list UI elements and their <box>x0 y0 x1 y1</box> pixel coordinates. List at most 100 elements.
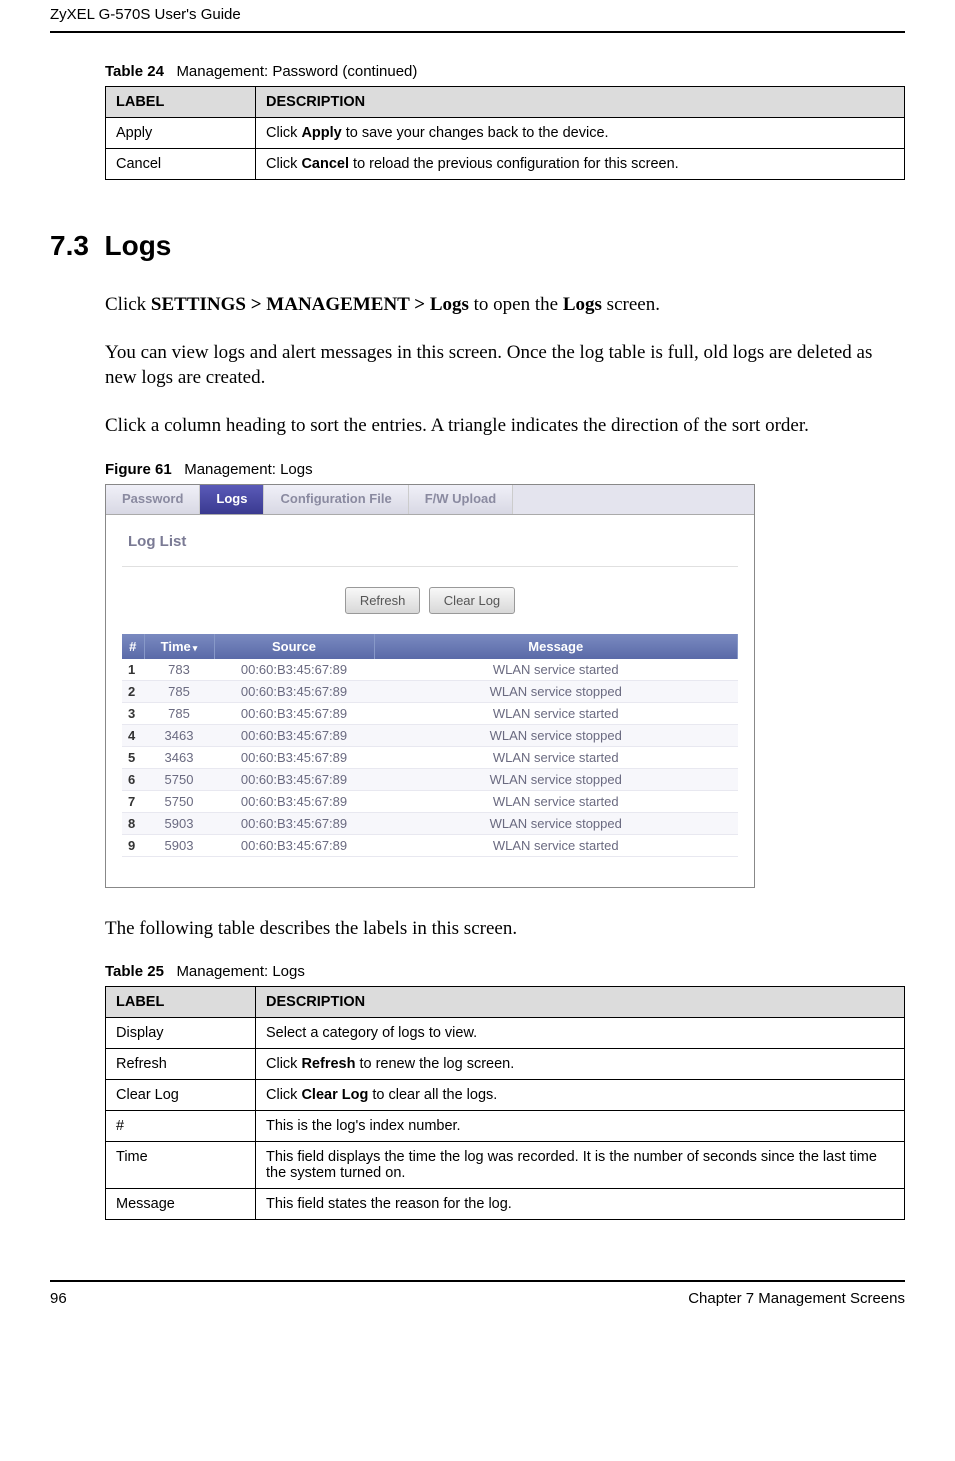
refresh-button[interactable]: Refresh <box>345 587 421 614</box>
section-heading: 7.3 Logs <box>50 230 905 262</box>
log-cell: 785 <box>144 680 214 702</box>
log-cell: 00:60:B3:45:67:89 <box>214 746 374 768</box>
log-cell: WLAN service started <box>374 702 738 724</box>
tab-password[interactable]: Password <box>106 485 200 514</box>
button-row: Refresh Clear Log <box>122 587 738 614</box>
log-row: 4346300:60:B3:45:67:89WLAN service stopp… <box>122 724 738 746</box>
table-row: #This is the log's index number. <box>106 1111 905 1142</box>
log-cell: 4 <box>122 724 144 746</box>
section-title: Logs <box>105 230 172 261</box>
log-cell: WLAN service stopped <box>374 812 738 834</box>
table-row: MessageThis field states the reason for … <box>106 1189 905 1220</box>
log-cell: 00:60:B3:45:67:89 <box>214 812 374 834</box>
label-cell: Time <box>106 1142 256 1189</box>
log-cell: 8 <box>122 812 144 834</box>
table-row: DisplaySelect a category of logs to view… <box>106 1018 905 1049</box>
table25-caption: Table 25 Management: Logs <box>105 963 905 980</box>
logs-screenshot: Password Logs Configuration File F/W Upl… <box>105 484 755 888</box>
table25-col-label: LABEL <box>106 987 256 1018</box>
log-cell: 5750 <box>144 790 214 812</box>
table-row: CancelClick Cancel to reload the previou… <box>106 149 905 180</box>
log-cell: WLAN service started <box>374 746 738 768</box>
table25-caption-text: Management: Logs <box>176 963 304 980</box>
table24-caption-text: Management: Password (continued) <box>176 63 417 80</box>
tab-logs[interactable]: Logs <box>200 485 264 514</box>
log-row: 8590300:60:B3:45:67:89WLAN service stopp… <box>122 812 738 834</box>
log-row: 6575000:60:B3:45:67:89WLAN service stopp… <box>122 768 738 790</box>
col-time[interactable]: Time▾ <box>144 634 214 659</box>
section-number: 7.3 <box>50 230 89 261</box>
table24-col-desc: DESCRIPTION <box>256 87 905 118</box>
log-cell: 5750 <box>144 768 214 790</box>
log-row: 378500:60:B3:45:67:89WLAN service starte… <box>122 702 738 724</box>
col-message[interactable]: Message <box>374 634 738 659</box>
p1-mid: to open the <box>469 294 563 315</box>
log-cell: 5903 <box>144 834 214 856</box>
table24-caption: Table 24 Management: Password (continued… <box>105 63 905 80</box>
p1-bold: SETTINGS > MANAGEMENT > Logs <box>151 294 469 315</box>
figure61-caption: Figure 61 Management: Logs <box>105 461 905 478</box>
table25-caption-label: Table 25 <box>105 963 164 980</box>
log-cell: WLAN service stopped <box>374 680 738 702</box>
section-p3: Click a column heading to sort the entri… <box>105 413 905 439</box>
page-footer: 96 Chapter 7 Management Screens <box>50 1280 905 1307</box>
col-source[interactable]: Source <box>214 634 374 659</box>
log-cell: WLAN service stopped <box>374 768 738 790</box>
label-cell: Clear Log <box>106 1080 256 1111</box>
label-cell: Display <box>106 1018 256 1049</box>
table-row: Clear LogClick Clear Log to clear all th… <box>106 1080 905 1111</box>
col-num[interactable]: # <box>122 634 144 659</box>
log-cell: 7 <box>122 790 144 812</box>
log-cell: 00:60:B3:45:67:89 <box>214 702 374 724</box>
log-cell: 2 <box>122 680 144 702</box>
log-cell: 5903 <box>144 812 214 834</box>
table25-col-desc: DESCRIPTION <box>256 987 905 1018</box>
log-cell: 00:60:B3:45:67:89 <box>214 768 374 790</box>
section-p1: Click SETTINGS > MANAGEMENT > Logs to op… <box>105 292 905 318</box>
log-row: 7575000:60:B3:45:67:89WLAN service start… <box>122 790 738 812</box>
log-row: 5346300:60:B3:45:67:89WLAN service start… <box>122 746 738 768</box>
label-cell: # <box>106 1111 256 1142</box>
desc-cell: This is the log's index number. <box>256 1111 905 1142</box>
log-row: 9590300:60:B3:45:67:89WLAN service start… <box>122 834 738 856</box>
p1-post: screen. <box>602 294 660 315</box>
table-row: ApplyClick Apply to save your changes ba… <box>106 118 905 149</box>
label-cell: Apply <box>106 118 256 149</box>
label-cell: Cancel <box>106 149 256 180</box>
post-figure-text: The following table describes the labels… <box>105 916 905 942</box>
log-cell: 00:60:B3:45:67:89 <box>214 659 374 681</box>
clear-log-button[interactable]: Clear Log <box>429 587 515 614</box>
desc-cell: Click Refresh to renew the log screen. <box>256 1049 905 1080</box>
section-p2: You can view logs and alert messages in … <box>105 340 905 391</box>
col-time-label: Time <box>161 639 191 654</box>
log-table: # Time▾ Source Message 178300:60:B3:45:6… <box>122 634 738 857</box>
tab-fw-upload[interactable]: F/W Upload <box>409 485 514 514</box>
desc-cell: This field displays the time the log was… <box>256 1142 905 1189</box>
log-cell: 3463 <box>144 724 214 746</box>
log-cell: 3 <box>122 702 144 724</box>
desc-cell: Click Clear Log to clear all the logs. <box>256 1080 905 1111</box>
tab-configuration-file[interactable]: Configuration File <box>264 485 408 514</box>
log-cell: 3463 <box>144 746 214 768</box>
label-cell: Refresh <box>106 1049 256 1080</box>
log-cell: WLAN service stopped <box>374 724 738 746</box>
desc-cell: Click Apply to save your changes back to… <box>256 118 905 149</box>
log-cell: 00:60:B3:45:67:89 <box>214 790 374 812</box>
desc-cell: Select a category of logs to view. <box>256 1018 905 1049</box>
table-row: RefreshClick Refresh to renew the log sc… <box>106 1049 905 1080</box>
panel-title: Log List <box>122 525 738 567</box>
log-cell: 783 <box>144 659 214 681</box>
log-cell: WLAN service started <box>374 659 738 681</box>
desc-cell: This field states the reason for the log… <box>256 1189 905 1220</box>
label-cell: Message <box>106 1189 256 1220</box>
log-cell: 785 <box>144 702 214 724</box>
tab-bar: Password Logs Configuration File F/W Upl… <box>106 485 754 515</box>
log-cell: 00:60:B3:45:67:89 <box>214 834 374 856</box>
page-header: ZyXEL G-570S User's Guide <box>50 0 905 33</box>
figure61-caption-text: Management: Logs <box>184 461 312 478</box>
desc-cell: Click Cancel to reload the previous conf… <box>256 149 905 180</box>
figure61-caption-label: Figure 61 <box>105 461 172 478</box>
log-row: 178300:60:B3:45:67:89WLAN service starte… <box>122 659 738 681</box>
log-cell: WLAN service started <box>374 790 738 812</box>
log-cell: 1 <box>122 659 144 681</box>
